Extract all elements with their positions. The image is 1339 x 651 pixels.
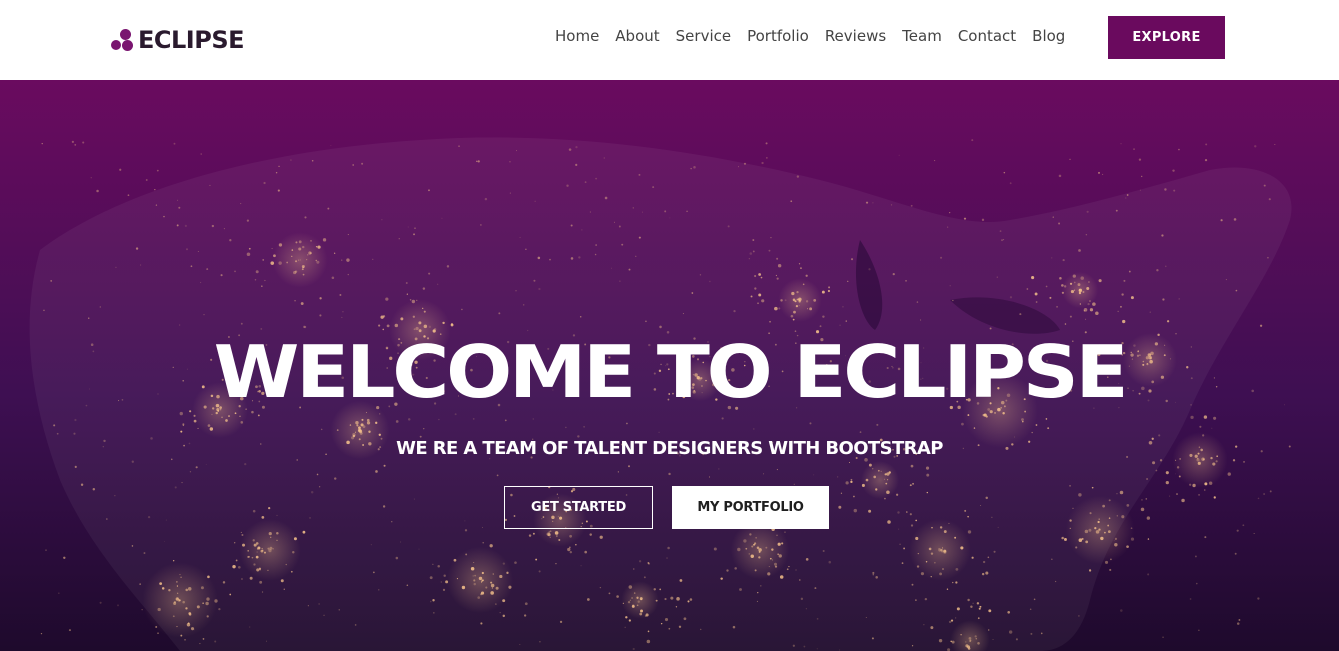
three-dots-logo-icon — [110, 27, 136, 53]
nav-link-service[interactable]: Service — [676, 26, 731, 46]
brand-name: ECLIPSE — [138, 26, 245, 54]
navbar: ECLIPSE Home About Service Portfolio Rev… — [0, 0, 1339, 80]
hero-button-group: GET STARTED MY PORTFOLIO — [504, 486, 829, 529]
nav-link-portfolio[interactable]: Portfolio — [747, 26, 809, 46]
hero-subtitle: WE RE A TEAM OF TALENT DESIGNERS WITH BO… — [396, 438, 943, 459]
hero-title: WELCOME TO ECLIPSE — [213, 330, 1129, 414]
nav-link-blog[interactable]: Blog — [1032, 26, 1065, 46]
nav-link-about[interactable]: About — [615, 26, 659, 46]
my-portfolio-button[interactable]: MY PORTFOLIO — [672, 486, 829, 529]
nav-link-reviews[interactable]: Reviews — [825, 26, 886, 46]
explore-button[interactable]: EXPLORE — [1108, 16, 1225, 59]
nav-link-contact[interactable]: Contact — [958, 26, 1016, 46]
nav-link-home[interactable]: Home — [555, 26, 599, 46]
brand-logo[interactable]: ECLIPSE — [110, 25, 245, 55]
get-started-button[interactable]: GET STARTED — [504, 486, 653, 529]
main-nav: Home About Service Portfolio Reviews Tea… — [547, 26, 1073, 46]
hero-section: WELCOME TO ECLIPSE WE RE A TEAM OF TALEN… — [0, 80, 1339, 651]
nav-link-team[interactable]: Team — [902, 26, 942, 46]
